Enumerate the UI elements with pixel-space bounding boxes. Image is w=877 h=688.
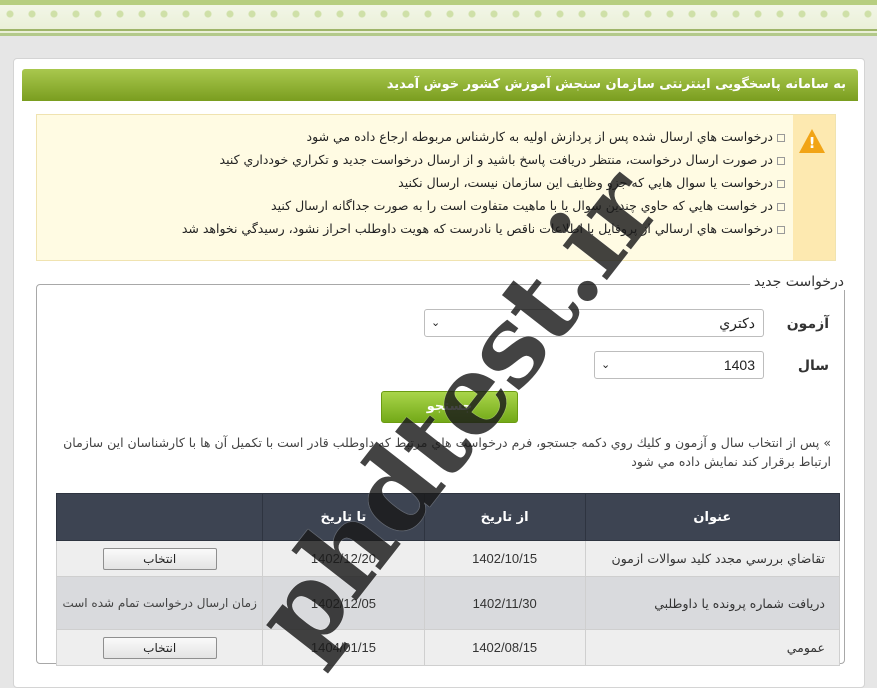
row-from-date: 1402/11/30 bbox=[423, 576, 586, 630]
header-band bbox=[0, 0, 877, 36]
bullet-icon bbox=[777, 179, 785, 188]
search-button[interactable]: جستجو bbox=[381, 391, 518, 423]
row-action-cell: انتخاب bbox=[55, 540, 264, 577]
main-panel: به سامانه پاسخگویی اینترنتی سازمان سنجش … bbox=[13, 58, 865, 688]
notice-box: ! درخواست هاي ارسال شده پس از پردازش اول… bbox=[36, 114, 836, 261]
row-to-date: 1402/12/05 bbox=[262, 576, 425, 630]
table-header-row: عنوان از تاريخ تا تاريخ bbox=[55, 493, 841, 541]
year-label: سال bbox=[797, 358, 829, 374]
bullet-icon bbox=[777, 156, 785, 165]
warning-icon: ! bbox=[799, 129, 825, 153]
header-ridge-bottom bbox=[0, 29, 877, 31]
exam-select-value: دكتري bbox=[719, 315, 755, 331]
row-from-date: 1402/10/15 bbox=[423, 540, 586, 577]
new-request-fieldset: درخواست جديد آزمون دكتري ⌄ سال 1403 ⌄ جس… bbox=[36, 274, 848, 666]
col-header-to: تا تاريخ bbox=[262, 493, 425, 541]
bullet-icon bbox=[777, 133, 785, 142]
row-title: تقاضاي بررسي مجدد كليد سوالات ازمون bbox=[584, 540, 841, 577]
header-ridge bbox=[0, 0, 877, 5]
row-title: دريافت شماره پرونده يا داوطلبي bbox=[584, 576, 841, 630]
year-select[interactable]: 1403 ⌄ bbox=[594, 351, 764, 379]
row-from-date: 1402/08/15 bbox=[423, 629, 586, 666]
row-status: زمان ارسال درخواست تمام شده است bbox=[55, 576, 264, 630]
row-to-date: 1402/12/20 bbox=[262, 540, 425, 577]
requests-table: عنوان از تاريخ تا تاريخ تقاضاي بررسي مجد… bbox=[55, 493, 841, 666]
row-action-cell: انتخاب bbox=[55, 629, 264, 666]
bullet-icon bbox=[777, 202, 785, 211]
year-select-value: 1403 bbox=[723, 357, 755, 373]
notice-item: در خواست هايي كه حاوي چندين سوال يا با م… bbox=[182, 194, 785, 217]
chevron-down-icon: ⌄ bbox=[431, 317, 441, 329]
notice-item: درخواست هاي ارسالي از پروفايل با اطلاعات… bbox=[182, 217, 785, 240]
col-header-title: عنوان bbox=[584, 493, 841, 541]
notice-list: درخواست هاي ارسال شده پس از پردازش اوليه… bbox=[182, 125, 785, 240]
row-title: عمومي bbox=[584, 629, 841, 666]
col-header-action bbox=[55, 493, 264, 541]
row-to-date: 1404/01/15 bbox=[262, 629, 425, 666]
select-button[interactable]: انتخاب bbox=[102, 636, 217, 659]
table-row: عمومي 1402/08/15 1404/01/15 انتخاب bbox=[55, 629, 841, 666]
notice-item: درخواست يا سوال هايي كه جزو وظايف اين سا… bbox=[182, 171, 785, 194]
notice-icon-strip: ! bbox=[793, 115, 835, 260]
table-row: تقاضاي بررسي مجدد كليد سوالات ازمون 1402… bbox=[55, 540, 841, 577]
notice-item: درخواست هاي ارسال شده پس از پردازش اوليه… bbox=[182, 125, 785, 148]
exam-label: آزمون bbox=[786, 316, 829, 332]
fieldset-legend: درخواست جديد bbox=[750, 274, 848, 290]
exam-select[interactable]: دكتري ⌄ bbox=[424, 309, 764, 337]
bullet-icon bbox=[777, 225, 785, 234]
table-row: دريافت شماره پرونده يا داوطلبي 1402/11/3… bbox=[55, 576, 841, 630]
notice-item: در صورت ارسال درخواست، منتظر دريافت پاسخ… bbox=[182, 148, 785, 171]
chevron-down-icon: ⌄ bbox=[601, 359, 611, 371]
welcome-banner: به سامانه پاسخگویی اینترنتی سازمان سنجش … bbox=[22, 69, 858, 101]
search-hint: » پس از انتخاب سال و آزمون و كليك روي دك… bbox=[63, 435, 831, 469]
col-header-from: از تاريخ bbox=[423, 493, 586, 541]
select-button[interactable]: انتخاب bbox=[102, 547, 217, 570]
